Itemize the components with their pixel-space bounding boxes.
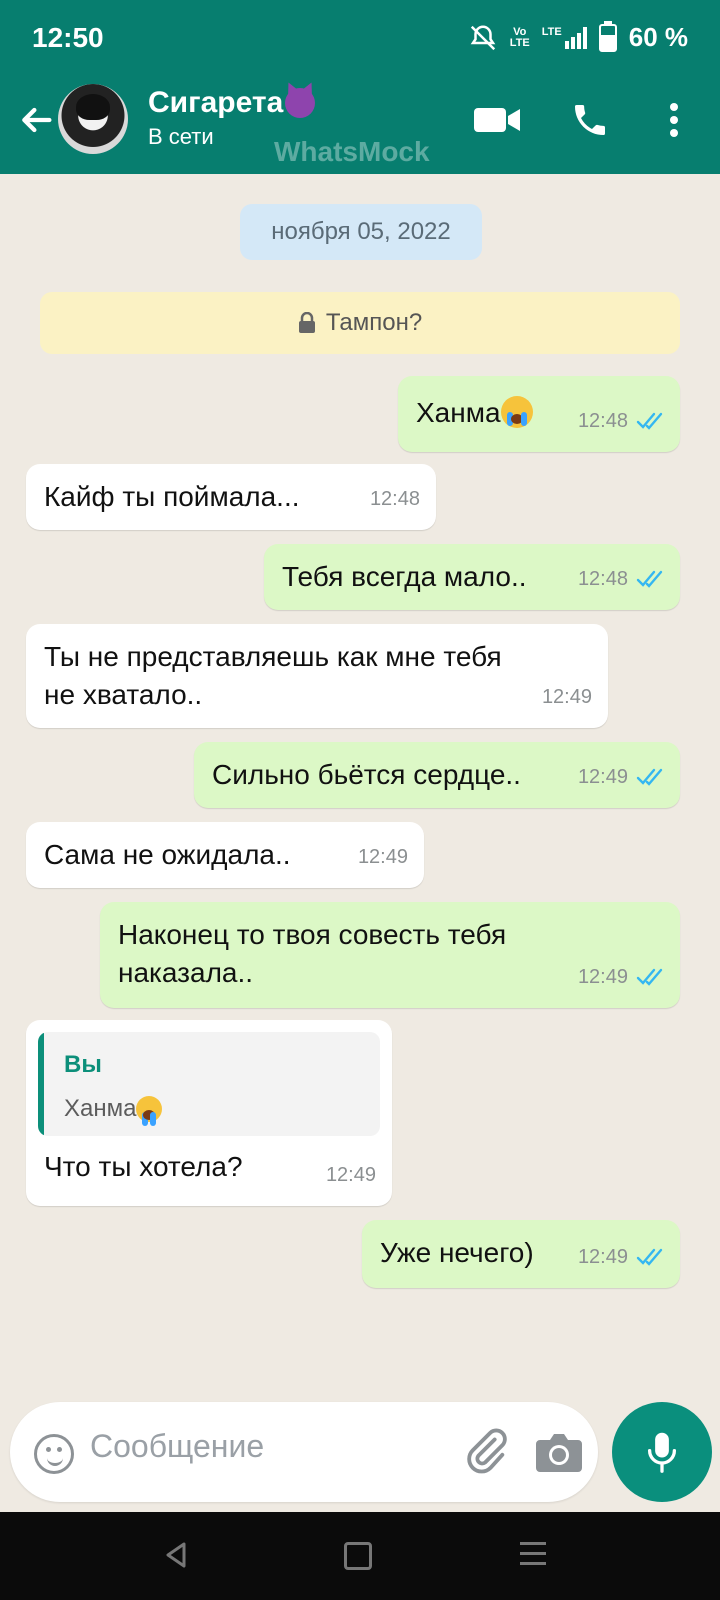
message-text: Сильно бьётся сердце.. <box>212 759 521 790</box>
voice-call-button[interactable] <box>566 98 614 142</box>
crying-emoji-icon <box>500 396 533 428</box>
video-call-button[interactable] <box>474 98 522 142</box>
message-text: Сама не ожидала.. <box>44 839 291 870</box>
message-time: 12:49 <box>577 966 628 988</box>
volte-indicator: Vo LTE <box>509 25 530 49</box>
message-input[interactable]: Сообщение <box>10 1402 598 1502</box>
message-text: Ханма <box>416 394 533 432</box>
mute-notifications-icon <box>470 24 496 50</box>
message-meta: 12:49 <box>326 1156 376 1194</box>
devil-emoji-icon <box>285 88 316 118</box>
message-time: 12:48 <box>577 410 628 432</box>
nav-home-icon[interactable] <box>344 1542 372 1570</box>
watermark: WhatsMock <box>274 136 430 167</box>
more-vertical-icon <box>670 103 678 137</box>
chat-header: Сигарета В сети WhatsMock <box>0 78 720 174</box>
message-bubble-out[interactable]: Ханма 12:48 <box>398 376 680 452</box>
composer: Сообщение <box>0 1394 720 1508</box>
paperclip-icon[interactable] <box>464 1428 510 1474</box>
message-meta: 12:49 <box>358 838 408 876</box>
double-check-icon <box>636 968 663 986</box>
message-meta: 12:49 <box>578 1238 664 1276</box>
message-time: 12:49 <box>325 1164 376 1186</box>
message-time: 12:49 <box>577 1246 628 1268</box>
message-meta: 12:48 <box>578 560 664 598</box>
quote-accent-bar <box>38 1032 44 1136</box>
message-bubble-in[interactable]: Кайф ты поймала... 12:48 <box>26 464 436 530</box>
message-meta: 12:49 <box>578 758 664 796</box>
message-bubble-in[interactable]: Сама не ожидала.. 12:49 <box>26 822 424 888</box>
quoted-author: Вы <box>64 1051 102 1078</box>
message-text: Уже нечего) <box>380 1237 534 1268</box>
overflow-menu-button[interactable] <box>650 98 698 142</box>
message-meta: 12:48 <box>370 480 420 518</box>
phone-icon <box>575 105 605 135</box>
emoji-icon[interactable] <box>34 1434 74 1474</box>
message-meta: 12:49 <box>578 958 664 996</box>
top-bar: 12:50 Vo LTE LTE 60 % Сигарета В сети Wh… <box>0 0 720 174</box>
battery-icon <box>598 20 617 52</box>
message-text: Что ты хотела? <box>44 1151 243 1182</box>
crying-emoji-icon <box>136 1096 163 1126</box>
message-bubble-in-reply[interactable]: Вы Ханма Что ты хотела? 12:49 <box>26 1020 392 1206</box>
message-bubble-out[interactable]: Сильно бьётся сердце.. 12:49 <box>194 742 680 808</box>
message-text: Наконец то твоя совесть тебя наказала.. <box>118 919 507 988</box>
message-bubble-out[interactable]: Наконец то твоя совесть тебя наказала.. … <box>100 902 680 1008</box>
message-time: 12:49 <box>541 686 592 708</box>
voice-record-button[interactable] <box>612 1402 712 1502</box>
chat-area[interactable]: ноября 05, 2022 Тампон? Ханма 12:48 Кайф… <box>0 174 720 1394</box>
lock-icon <box>298 312 315 333</box>
message-time: 12:48 <box>369 488 420 510</box>
status-bar: 12:50 Vo LTE LTE 60 % <box>0 0 720 78</box>
contact-name[interactable]: Сигарета <box>148 86 316 120</box>
message-placeholder: Сообщение <box>90 1428 265 1464</box>
battery-percent: 60 % <box>628 22 688 52</box>
back-arrow-icon[interactable] <box>16 100 56 140</box>
message-meta: 12:48 <box>578 402 664 440</box>
double-check-icon <box>636 768 663 786</box>
camera-icon[interactable] <box>534 1430 584 1474</box>
message-text: Кайф ты поймала... <box>44 481 300 512</box>
signal-icon: LTE <box>541 25 587 49</box>
nav-back-icon[interactable] <box>164 1542 188 1568</box>
message-bubble-out[interactable]: Уже нечего) 12:49 <box>362 1220 680 1288</box>
message-text: Ты не представляешь как мне тебя не хват… <box>44 641 502 710</box>
message-time: 12:49 <box>577 766 628 788</box>
contact-status: В сети <box>148 124 214 149</box>
status-time: 12:50 <box>32 22 104 53</box>
lte-label: LTE <box>541 25 562 38</box>
encryption-notice-text: Тампон? <box>325 309 423 336</box>
quoted-reply[interactable]: Вы Ханма <box>38 1032 380 1136</box>
encryption-notice[interactable]: Тампон? <box>40 292 680 354</box>
double-check-icon <box>636 570 663 588</box>
message-time: 12:48 <box>577 568 628 590</box>
message-meta: 12:49 <box>542 678 592 716</box>
quoted-text: Ханма <box>64 1090 163 1128</box>
system-navigation-bar <box>0 1512 720 1600</box>
message-bubble-in[interactable]: Ты не представляешь как мне тебя не хват… <box>26 624 608 728</box>
video-camera-icon <box>474 108 520 132</box>
microphone-icon <box>647 1432 677 1473</box>
contact-avatar[interactable] <box>58 84 128 154</box>
status-icons: Vo LTE LTE 60 % <box>468 20 688 53</box>
message-bubble-out[interactable]: Тебя всегда мало.. 12:48 <box>264 544 680 610</box>
message-time: 12:49 <box>357 846 408 868</box>
double-check-icon <box>636 412 663 430</box>
date-chip: ноября 05, 2022 <box>240 204 482 260</box>
message-text: Тебя всегда мало.. <box>282 561 527 592</box>
nav-recents-icon[interactable] <box>520 1542 546 1572</box>
double-check-icon <box>636 1248 663 1266</box>
